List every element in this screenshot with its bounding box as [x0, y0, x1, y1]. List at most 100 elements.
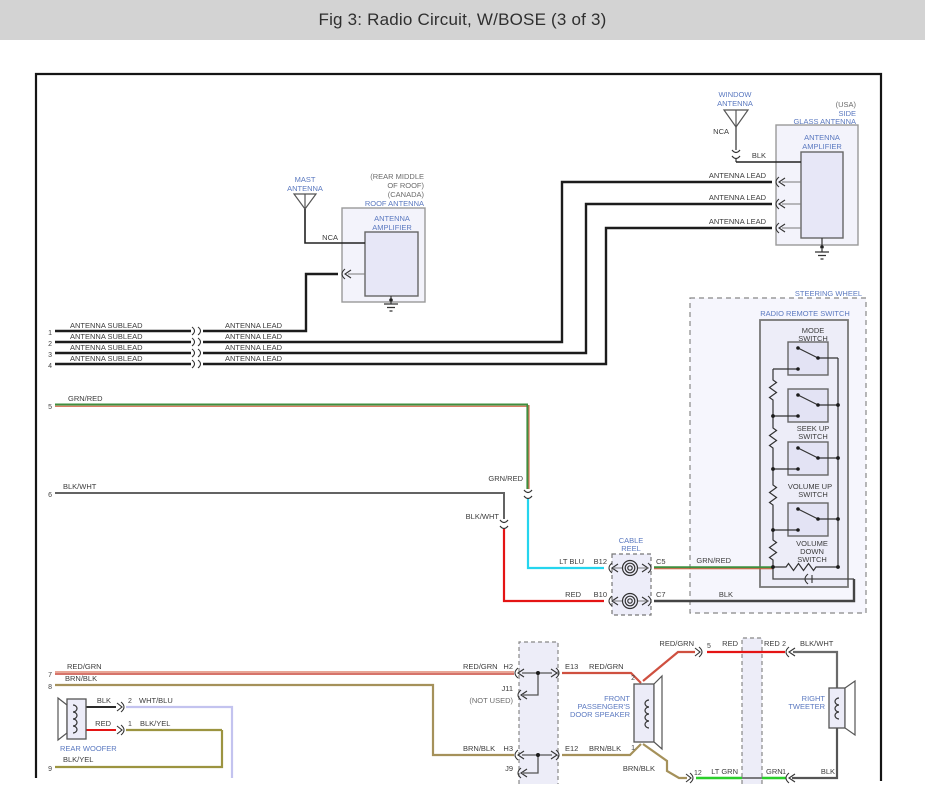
mast-nca-label: NCA [322, 233, 338, 242]
red-wire-to-cable-reel [504, 529, 604, 601]
pin-1: 1 [128, 721, 132, 728]
pin-2: 2 [782, 641, 786, 648]
grn-red-label: GRN/RED [68, 394, 103, 403]
pin-1: 1 [782, 769, 786, 776]
roof-note-3: (CANADA) [388, 190, 425, 199]
side-glass-label-2: GLASS ANTENNA [793, 117, 856, 126]
front-passenger-door-speaker-symbol [634, 676, 662, 749]
figure-page: Fig 3: Radio Circuit, W/BOSE (3 of 3) [0, 0, 925, 805]
pin-b12: B12 [594, 557, 607, 566]
wht-blu-label: WHT/BLU [139, 696, 173, 705]
steering-wheel-label: STEERING WHEEL [795, 289, 862, 298]
row-number: 7 [48, 672, 52, 679]
wiring-diagram: WINDOW ANTENNA NCA BLK (USA) SIDE GLASS … [0, 0, 925, 805]
door-speaker-label-3: DOOR SPEAKER [570, 710, 631, 719]
roof-note-2: OF ROOF) [387, 181, 424, 190]
sublead-label: ANTENNA SUBLEAD [70, 332, 143, 341]
red-grn-label: RED/GRN [463, 662, 498, 671]
row-number: 5 [48, 404, 52, 411]
mode-switch-label-2: SWITCH [798, 334, 828, 343]
lead-label: ANTENNA LEAD [225, 343, 283, 352]
lt-grn-label: LT GRN [711, 767, 738, 776]
window-antenna-label-1: WINDOW [719, 90, 753, 99]
mast-antenna-label-1: MAST [295, 175, 316, 184]
row-number: 4 [48, 363, 52, 370]
pin-12: 12 [694, 770, 702, 777]
row-number: 6 [48, 492, 52, 499]
pin-c7: C7 [656, 590, 666, 599]
sublead-label: ANTENNA SUBLEAD [70, 343, 143, 352]
row-number: 9 [48, 766, 52, 773]
brn-blk-label: BRN/BLK [589, 744, 621, 753]
blk-label: BLK [821, 767, 835, 776]
lead-label: ANTENNA LEAD [225, 354, 283, 363]
blk-wht-label: BLK/WHT [800, 639, 834, 648]
rear-woofer-label: REAR WOOFER [60, 744, 117, 753]
lt-blu-label: LT BLU [559, 557, 584, 566]
brn-blk-label: BRN/BLK [65, 674, 97, 683]
rear-woofer-symbol [58, 698, 86, 740]
grn-red-wire [55, 405, 532, 499]
roof-antenna-label: ROOF ANTENNA [365, 199, 424, 208]
blk-wht-label: BLK/WHT [466, 512, 500, 521]
roof-note-1: (REAR MIDDLE [370, 172, 424, 181]
pin-j9: J9 [505, 764, 513, 773]
right-tweeter-label-2: TWEETER [788, 702, 825, 711]
row-number: 2 [48, 341, 52, 348]
window-antenna-label-2: ANTENNA [717, 99, 753, 108]
radio-remote-switch-label: RADIO REMOTE SWITCH [760, 309, 850, 318]
volume-up-switch-label-2: SWITCH [798, 490, 828, 499]
pin-h2: H2 [503, 662, 513, 671]
speaker-to-tweeter-wires [643, 652, 837, 778]
pin-b10: B10 [594, 590, 607, 599]
window-blk-label: BLK [752, 151, 766, 160]
sublead-label: ANTENNA SUBLEAD [70, 354, 143, 363]
cable-reel-label-2: REEL [621, 544, 641, 553]
pin-5: 5 [707, 643, 711, 650]
pin-c5: C5 [656, 557, 666, 566]
usa-note: (USA) [836, 100, 857, 109]
bottom-connectors [117, 647, 795, 783]
red-label: RED [95, 719, 111, 728]
volume-down-switch-label-3: SWITCH [797, 555, 827, 564]
seek-up-switch-label-2: SWITCH [798, 432, 828, 441]
blk-wht-label: BLK/WHT [63, 482, 97, 491]
pin-e13: E13 [565, 662, 578, 671]
blk-label: BLK [97, 696, 111, 705]
red-grn-label: RED/GRN [67, 662, 102, 671]
row-number: 8 [48, 684, 52, 691]
amplifier-inner-box [365, 232, 418, 296]
pin-e12: E12 [565, 744, 578, 753]
grn-red-label: GRN/RED [696, 556, 731, 565]
not-used-note: (NOT USED) [469, 696, 513, 705]
pin-2: 2 [631, 675, 635, 682]
sublead-label: ANTENNA SUBLEAD [70, 321, 143, 330]
window-nca-label: NCA [713, 127, 729, 136]
blk-label: BLK [719, 590, 733, 599]
row-number: 1 [48, 330, 52, 337]
roof-amp-label-1: ANTENNA [374, 214, 410, 223]
grn-red-wire-out [654, 567, 773, 569]
lead-label: ANTENNA LEAD [225, 332, 283, 341]
antenna-lead-wires [55, 177, 801, 368]
antenna-lead-label-1: ANTENNA LEAD [709, 171, 767, 180]
grn-label: GRN [766, 767, 783, 776]
red-grn-label: RED/GRN [659, 639, 694, 648]
roof-amp-label-2: AMPLIFIER [372, 223, 412, 232]
right-connector-dashed-box [742, 638, 762, 784]
antenna-lead-label-3: ANTENNA LEAD [709, 217, 767, 226]
brn-blk-label: BRN/BLK [463, 744, 495, 753]
pin-2: 2 [128, 698, 132, 705]
red-label: RED [722, 639, 738, 648]
red-label: RED [565, 590, 581, 599]
blk-yel-label: BLK/YEL [140, 719, 170, 728]
pin-j11: J11 [501, 684, 513, 693]
side-amp-label-2: AMPLIFIER [802, 142, 842, 151]
mast-antenna-label-2: ANTENNA [287, 184, 323, 193]
red-label: RED [764, 639, 780, 648]
grn-red-label: GRN/RED [488, 474, 523, 483]
right-tweeter-symbol [829, 681, 855, 735]
lead-label: ANTENNA LEAD [225, 321, 283, 330]
side-amp-label-1: ANTENNA [804, 133, 840, 142]
antenna-lead-label-2: ANTENNA LEAD [709, 193, 767, 202]
